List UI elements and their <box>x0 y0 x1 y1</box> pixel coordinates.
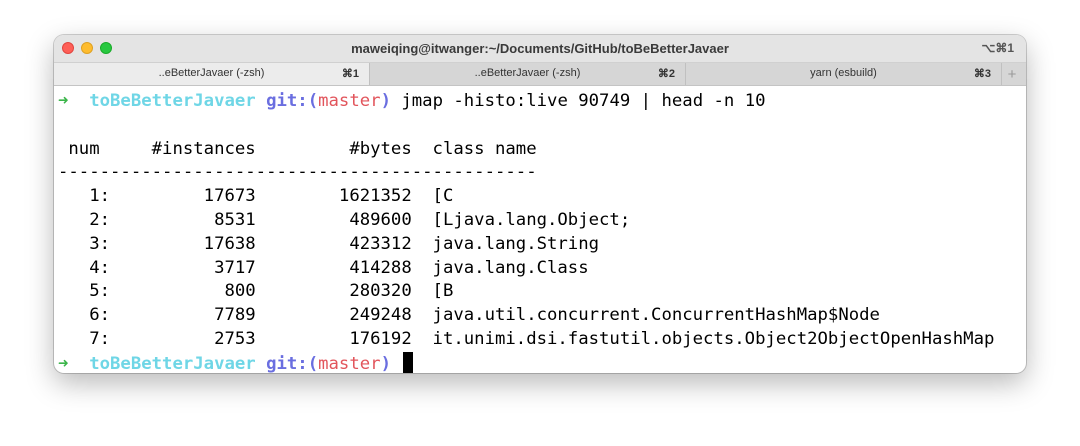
output-separator: ----------------------------------------… <box>58 162 537 183</box>
prompt-directory: toBeBetterJavaer <box>89 91 256 111</box>
prompt-git-prefix: git:( <box>266 91 319 111</box>
prompt-directory: toBeBetterJavaer <box>89 353 256 373</box>
tab-label: ..eBetterJavaer (-zsh) <box>158 67 265 79</box>
prompt-git-prefix: git:( <box>266 353 319 373</box>
tab-label: yarn (esbuild) <box>810 67 877 79</box>
tab-bar: ..eBetterJavaer (-zsh) ⌘1 ..eBetterJavae… <box>54 63 1026 86</box>
tab-shortcut: ⌘1 <box>341 68 359 80</box>
prompt-branch: master <box>318 353 381 373</box>
new-tab-button[interactable]: + <box>1002 63 1022 85</box>
output-header: num #instances #bytes class name <box>58 138 537 159</box>
output-row: 5: 800 280320 [B <box>58 281 454 302</box>
window-shortcut: ⌥⌘1 <box>981 41 1014 55</box>
prompt-arrow: ➜ <box>58 353 69 373</box>
tab-3[interactable]: yarn (esbuild) ⌘3 <box>686 63 1002 85</box>
prompt-git-suffix: ) <box>380 353 391 373</box>
window-title: maweiqing@itwanger:~/Documents/GitHub/to… <box>351 41 729 56</box>
terminal-cursor <box>403 351 414 373</box>
terminal-output[interactable]: ➜ toBeBetterJavaer git:(master) jmap -hi… <box>54 86 1026 373</box>
prompt-arrow: ➜ <box>58 91 69 111</box>
output-row: 1: 17673 1621352 [C <box>58 186 454 207</box>
command-line: ➜ toBeBetterJavaer git:(master) jmap -hi… <box>58 90 1026 114</box>
tab-2[interactable]: ..eBetterJavaer (-zsh) ⌘2 <box>370 63 686 85</box>
prompt-git-suffix: ) <box>380 91 391 111</box>
title-bar[interactable]: maweiqing@itwanger:~/Documents/GitHub/to… <box>54 35 1026 63</box>
tab-label: ..eBetterJavaer (-zsh) <box>474 67 581 79</box>
output-row: 3: 17638 423312 java.lang.String <box>58 233 600 254</box>
terminal-window: maweiqing@itwanger:~/Documents/GitHub/to… <box>54 35 1026 373</box>
output-row: 4: 3717 414288 java.lang.Class <box>58 257 589 278</box>
tab-shortcut: ⌘3 <box>973 68 991 80</box>
prompt-line: ➜ toBeBetterJavaer git:(master) <box>58 351 1026 373</box>
tab-shortcut: ⌘2 <box>657 68 675 80</box>
prompt-branch: master <box>318 91 381 111</box>
output-row: 2: 8531 489600 [Ljava.lang.Object; <box>58 209 631 230</box>
output-row: 7: 2753 176192 it.unimi.dsi.fastutil.obj… <box>58 328 995 349</box>
tab-1[interactable]: ..eBetterJavaer (-zsh) ⌘1 <box>54 63 370 85</box>
command-text: jmap -histo:live 90749 | head -n 10 <box>401 91 766 111</box>
output-row: 6: 7789 249248 java.util.concurrent.Conc… <box>58 305 880 326</box>
